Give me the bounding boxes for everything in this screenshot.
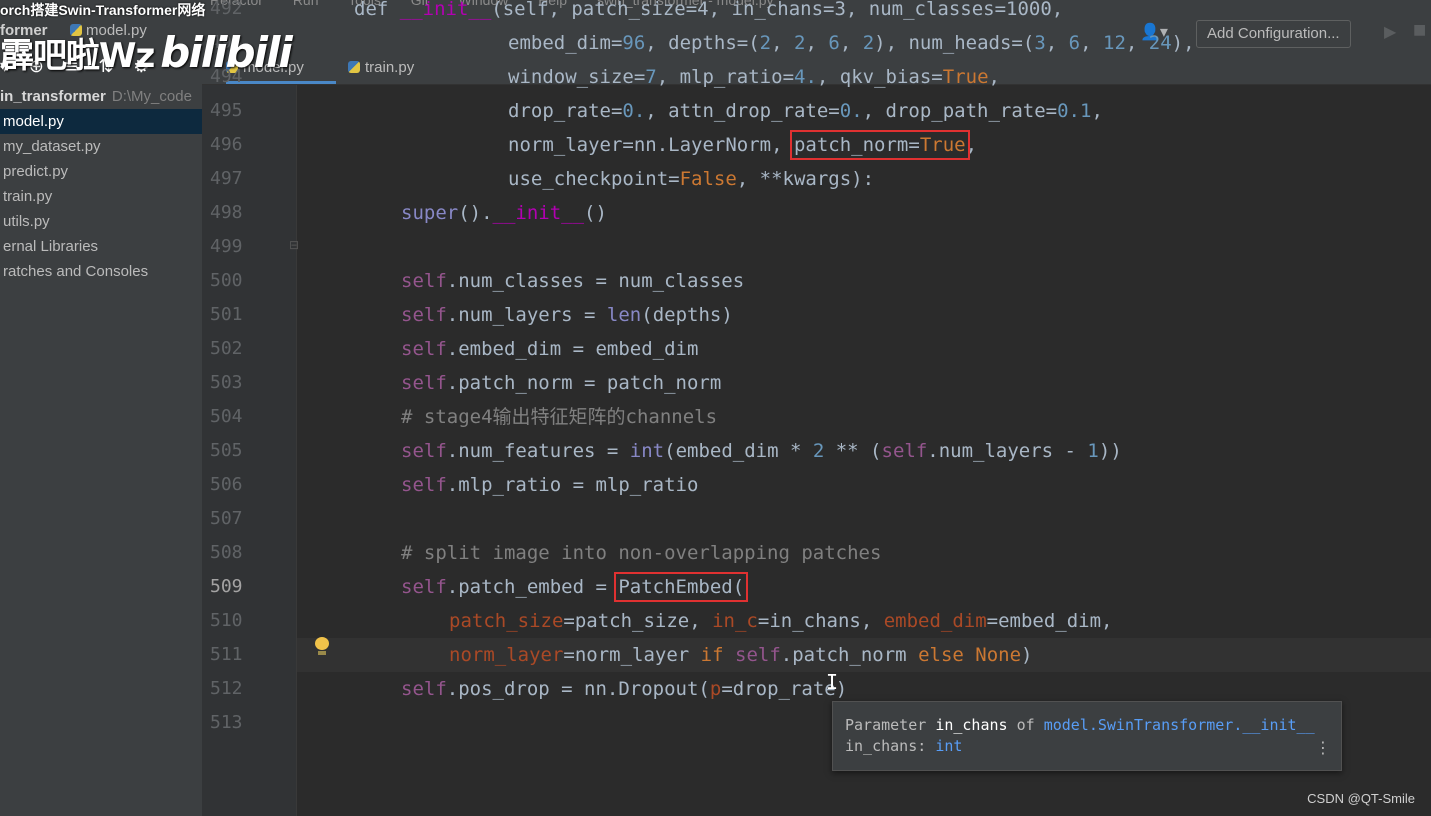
line-number: 492 — [210, 0, 243, 19]
code-line: norm_layer=norm_layer if self.patch_norm… — [449, 644, 1033, 666]
tooltip-reference-link[interactable]: model.SwinTransformer.__init__ — [1044, 716, 1315, 734]
bilibili-logo: bilibili — [160, 27, 293, 77]
line-number: 504 — [210, 406, 243, 427]
video-title-overlay: orch搭建Swin-Transformer网络 — [0, 2, 206, 18]
intention-bulb-icon[interactable] — [315, 637, 329, 655]
code-line: self.patch_embed = PatchEmbed( — [401, 572, 749, 602]
line-number: 503 — [210, 372, 243, 393]
line-number: 499 — [210, 236, 243, 257]
tree-item-predict[interactable]: predict.py — [0, 159, 202, 184]
python-file-icon — [348, 61, 360, 73]
code-line: embed_dim=96, depths=(2, 2, 6, 2), num_h… — [508, 32, 1195, 54]
tree-item-model[interactable]: model.py — [0, 109, 202, 134]
line-number: 497 — [210, 168, 243, 189]
code-line: self.pos_drop = nn.Dropout(p=drop_rate) — [401, 678, 848, 700]
line-number: 511 — [210, 644, 243, 665]
code-line: super().__init__() — [401, 202, 607, 224]
code-line: patch_size=patch_size, in_c=in_chans, em… — [449, 610, 1113, 632]
project-sidebar: in_transformer D:\My_code model.py my_dat… — [0, 52, 202, 816]
tree-item-train[interactable]: train.py — [0, 184, 202, 209]
line-number: 505 — [210, 440, 243, 461]
code-line: drop_rate=0., attn_drop_rate=0., drop_pa… — [508, 100, 1103, 122]
line-number: 495 — [210, 100, 243, 121]
project-root[interactable]: in_transformer D:\My_code — [0, 88, 192, 105]
line-number: 507 — [210, 508, 243, 529]
tree-item-label: model.py — [3, 113, 64, 130]
line-number: 508 — [210, 542, 243, 563]
tree-item-external-libraries[interactable]: ernal Libraries — [0, 234, 202, 259]
code-comment: # stage4输出特征矩阵的channels — [401, 406, 718, 428]
tooltip-of: of — [1016, 716, 1035, 734]
tree-item-label: ernal Libraries — [3, 238, 99, 255]
code-line: self.patch_norm = patch_norm — [401, 372, 722, 394]
line-number: 496 — [210, 134, 243, 155]
code-line: window_size=7, mlp_ratio=4., qkv_bias=Tr… — [508, 66, 1000, 88]
line-number: 512 — [210, 678, 243, 699]
code-line: self.num_features = int(embed_dim * 2 **… — [401, 440, 1122, 462]
code-line: self.mlp_ratio = mlp_ratio — [401, 474, 699, 496]
tooltip-line-2: in_chans: int — [845, 737, 962, 755]
code-line: def __init__(self, patch_size=4, in_chan… — [354, 0, 1064, 20]
tab-label: train.py — [365, 59, 415, 76]
line-number: 510 — [210, 610, 243, 631]
add-configuration-button[interactable]: Add Configuration... — [1196, 20, 1351, 48]
tooltip-type-label: in_chans: — [845, 737, 927, 755]
highlight-box-patch-norm: patch_norm=True — [789, 130, 970, 160]
tree-item-label: utils.py — [3, 213, 50, 230]
code-line: self.num_layers = len(depths) — [401, 304, 733, 326]
menu-run[interactable]: Run — [293, 0, 319, 8]
stop-icon[interactable]: ■ — [1413, 22, 1426, 38]
text-cursor-icon: I — [826, 670, 839, 694]
tree-item-label: train.py — [3, 188, 53, 205]
line-number: 500 — [210, 270, 243, 291]
tree-item-my-dataset[interactable]: my_dataset.py — [0, 134, 202, 159]
tree-item-label: ratches and Consoles — [3, 263, 149, 280]
tree-item-label: predict.py — [3, 163, 69, 180]
code-line: self.embed_dim = embed_dim — [401, 338, 699, 360]
line-number: 502 — [210, 338, 243, 359]
line-number: 498 — [210, 202, 243, 223]
run-icon[interactable]: ▶ — [1384, 22, 1396, 41]
csdn-watermark: CSDN @QT-Smile — [1307, 791, 1415, 806]
project-root-name: in_transformer — [0, 88, 106, 105]
code-line: use_checkpoint=False, **kwargs): — [508, 168, 875, 190]
code-line: norm_layer=nn.LayerNorm, patch_norm=True… — [508, 130, 978, 160]
tooltip-line-1: Parameter in_chans of model.SwinTransfor… — [845, 716, 1315, 734]
tree-item-scratches[interactable]: ratches and Consoles — [0, 259, 202, 284]
tooltip-type-link[interactable]: int — [935, 737, 962, 755]
fold-marker-icon[interactable]: ⊟ — [289, 238, 299, 252]
line-number: 506 — [210, 474, 243, 495]
bilibili-watermark: 霹吧啦Wz bilibili — [0, 26, 293, 78]
tree-item-utils[interactable]: utils.py — [0, 209, 202, 234]
uploader-name: 霹吧啦Wz — [0, 35, 155, 76]
code-line: self.num_classes = num_classes — [401, 270, 745, 292]
project-root-path: D:\My_code — [111, 88, 192, 105]
more-vertical-icon[interactable]: ⋮ — [1315, 738, 1331, 757]
line-number: 513 — [210, 712, 243, 733]
highlight-box-patchembed: PatchEmbed( — [614, 572, 749, 602]
tooltip-prefix: Parameter — [845, 716, 927, 734]
tab-train-py[interactable]: train.py — [348, 52, 414, 84]
parameter-info-tooltip: Parameter in_chans of model.SwinTransfor… — [832, 701, 1342, 771]
line-number-current: 509 — [210, 576, 243, 597]
tree-item-label: my_dataset.py — [3, 138, 101, 155]
tooltip-param: in_chans — [935, 716, 1008, 734]
code-comment: # split image into non-overlapping patch… — [401, 542, 882, 564]
line-number: 501 — [210, 304, 243, 325]
